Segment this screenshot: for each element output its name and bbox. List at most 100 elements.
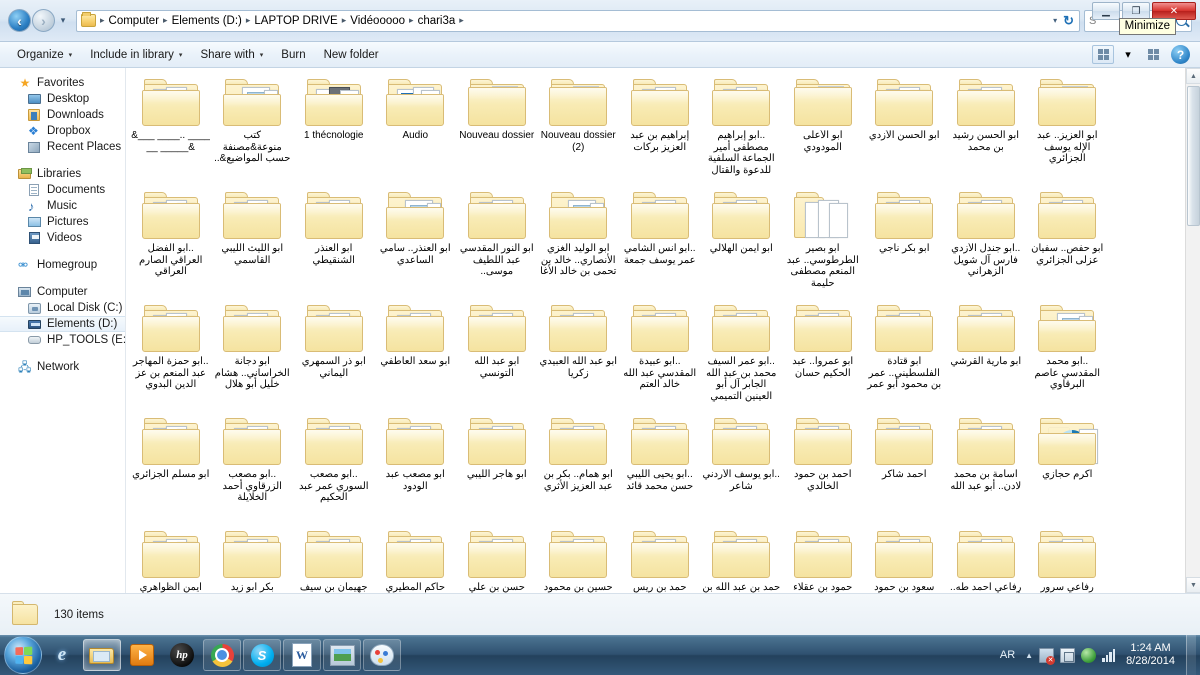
action-center-icon[interactable]: [1060, 648, 1075, 663]
folder-item[interactable]: أكرم حجازي: [1027, 413, 1109, 526]
folder-item[interactable]: أبو عبد الله العبيدي زكريا: [538, 300, 620, 413]
folder-item[interactable]: ..أبو أنس الشامي عمر يوسف جمعة: [619, 187, 701, 300]
folder-item[interactable]: أبو سعد العاطفي: [375, 300, 457, 413]
scroll-up-button[interactable]: ▲: [1186, 68, 1200, 84]
folder-item[interactable]: ..أبو يوسف الأردني شاعر: [701, 413, 783, 526]
sidebar-item-homegroup[interactable]: ⚮ Homegroup: [0, 257, 125, 273]
view-dropdown-button[interactable]: ▾: [1117, 45, 1139, 64]
breadcrumb-item-laptop-drive[interactable]: LAPTOP DRIVE: [251, 15, 340, 27]
globe-icon[interactable]: [1081, 648, 1096, 663]
share-with-button[interactable]: Share with ▾: [191, 46, 272, 64]
back-button[interactable]: ‹: [8, 9, 31, 32]
sidebar-item-dropbox[interactable]: ❖ Dropbox: [0, 123, 125, 139]
folder-item[interactable]: ..أبو محمد المقدسي عاصم البرقاوي: [1027, 300, 1109, 413]
folder-item[interactable]: بكر أبو زيد: [212, 526, 294, 593]
folder-item[interactable]: أبو بكر ناجي: [864, 187, 946, 300]
sidebar-item-documents[interactable]: Documents: [0, 182, 125, 198]
folder-item[interactable]: أبو مارية القرشي: [945, 300, 1027, 413]
folder-item[interactable]: حسن بن علي الكتاني.. الأثري..: [456, 526, 538, 593]
folder-item[interactable]: أبو دجانة الخراساني.. هشام خليل أبو هلال: [212, 300, 294, 413]
folder-item[interactable]: ..أبو جندل الأزدي فارس آل شويل الزهراني: [945, 187, 1027, 300]
folder-item[interactable]: حاكم المطيري: [375, 526, 457, 593]
folder-item[interactable]: جهيمان بن سيف العتيبي: [293, 526, 375, 593]
sidebar-item-desktop[interactable]: Desktop: [0, 91, 125, 107]
network-error-icon[interactable]: [1039, 648, 1054, 663]
folder-item[interactable]: رفاعي سرور: [1027, 526, 1109, 593]
folder-item[interactable]: حمود بن عقلاء الشعيبي..: [782, 526, 864, 593]
folder-item[interactable]: أسامة بن محمد لادن.. أبو عبد الله: [945, 413, 1027, 526]
folder-item[interactable]: أبو الحسن الأزدي: [864, 74, 946, 187]
new-folder-button[interactable]: New folder: [315, 46, 388, 64]
organize-button[interactable]: Organize ▾: [8, 46, 81, 64]
folder-item[interactable]: Nouveau dossier (2): [538, 74, 620, 187]
folder-item[interactable]: أيمن الظواهري: [130, 526, 212, 593]
folder-item[interactable]: &___ ____.. ____ __ _____&: [130, 74, 212, 187]
taskbar-item-chrome[interactable]: [203, 639, 241, 671]
sidebar-group-favorites[interactable]: ★ Favorites: [0, 75, 125, 91]
refresh-icon[interactable]: ↻: [1063, 13, 1074, 29]
sidebar-item-recent-places[interactable]: Recent Places: [0, 139, 125, 155]
taskbar-item-hp[interactable]: hp: [163, 639, 201, 671]
taskbar-item-windows-explorer[interactable]: [83, 639, 121, 671]
file-list-pane[interactable]: &___ ____.. ____ __ _____&كتب منوعة&مصنف…: [126, 68, 1200, 593]
folder-item[interactable]: أبو همام.. بكر بن عبد العزيز الأثري: [538, 413, 620, 526]
folder-item[interactable]: أبو أيمن الهلالي: [701, 187, 783, 300]
folder-item[interactable]: أبو العنذر.. سامي الساعدي: [375, 187, 457, 300]
taskbar-item-skype[interactable]: S: [243, 639, 281, 671]
folder-item[interactable]: أبو الحسن رشيد بن محمد: [945, 74, 1027, 187]
breadcrumb-item-elements-d[interactable]: Elements (D:): [169, 15, 245, 27]
language-indicator[interactable]: AR: [996, 649, 1019, 661]
folder-item[interactable]: Audio: [375, 74, 457, 187]
breadcrumb-item-videooooo[interactable]: Vidéooooo: [347, 15, 408, 27]
change-view-button[interactable]: [1092, 45, 1114, 64]
folder-item[interactable]: ..أبو حمزة المهاجر عبد المنعم بن عز الدي…: [130, 300, 212, 413]
sidebar-item-pictures[interactable]: Pictures: [0, 214, 125, 230]
minimize-button[interactable]: ▁: [1092, 2, 1120, 20]
scrollbar-thumb[interactable]: [1187, 86, 1200, 226]
start-button[interactable]: [4, 636, 42, 674]
sidebar-item-hp-tools-e[interactable]: HP_TOOLS (E:): [0, 332, 125, 348]
folder-item[interactable]: ..أبو مصعب السوري عمر عبد الحكيم: [293, 413, 375, 526]
folder-item[interactable]: أحمد شاكر: [864, 413, 946, 526]
folder-item[interactable]: أحمد بن حمود الخالدي: [782, 413, 864, 526]
sidebar-group-computer[interactable]: Computer: [0, 284, 125, 300]
folder-item[interactable]: أبو مصعب عبد الودود: [375, 413, 457, 526]
folder-item[interactable]: أبو العزيز.. عبد الإله يوسف الجزائري: [1027, 74, 1109, 187]
folder-item[interactable]: كتب منوعة&مصنفة حسب المواضيع&..: [212, 74, 294, 187]
taskbar-item-media-player[interactable]: [123, 639, 161, 671]
folder-item[interactable]: أبو الليث الليبي القاسمي: [212, 187, 294, 300]
folder-item[interactable]: سعود بن حمود العتيبي..: [864, 526, 946, 593]
folder-item[interactable]: أبو عمروا.. عبد الحكيم حسان: [782, 300, 864, 413]
folder-item[interactable]: أبو مسلم الجزائري: [130, 413, 212, 526]
scroll-down-button[interactable]: ▼: [1186, 577, 1200, 593]
folder-item[interactable]: حمد بن عبد الله بن ابراهيم الحميدي: [701, 526, 783, 593]
folder-item[interactable]: أبو العنذر الشنقيطي: [293, 187, 375, 300]
forward-button[interactable]: ›: [32, 9, 55, 32]
sidebar-group-libraries[interactable]: Libraries: [0, 166, 125, 182]
folder-item[interactable]: ..أبو مصعب الزرقاوي أحمد الخلايلة: [212, 413, 294, 526]
taskbar-item-photo-viewer[interactable]: [323, 639, 361, 671]
sidebar-item-videos[interactable]: Videos: [0, 230, 125, 246]
folder-item[interactable]: أبو بصير الطرطوسي.. عبد المنعم مصطفى حلي…: [782, 187, 864, 300]
help-button[interactable]: ?: [1171, 45, 1190, 64]
show-desktop-button[interactable]: [1186, 635, 1196, 675]
folder-item[interactable]: ..أبو عمر السيف محمد بن عبد الله الجابر …: [701, 300, 783, 413]
folder-item[interactable]: حسين بن محمود: [538, 526, 620, 593]
address-dropdown-icon[interactable]: ▾: [1053, 16, 1057, 25]
sidebar-item-local-disk-c[interactable]: Local Disk (C:): [0, 300, 125, 316]
burn-button[interactable]: Burn: [272, 46, 314, 64]
address-bar[interactable]: ▸ Computer ▸ Elements (D:) ▸ LAPTOP DRIV…: [76, 10, 1080, 32]
show-hidden-icons-icon[interactable]: ▲: [1025, 651, 1033, 660]
taskbar-item-internet-explorer[interactable]: e: [43, 639, 81, 671]
folder-item[interactable]: 1 thécnologie: [293, 74, 375, 187]
sidebar-item-downloads[interactable]: Downloads: [0, 107, 125, 123]
folder-item[interactable]: ..أبو إبراهيم مصطفى أمير الجماعة السلفية…: [701, 74, 783, 187]
folder-item[interactable]: أبو الوليد الغزي الأنصاري.. خالد بن تحمى…: [538, 187, 620, 300]
sidebar-item-elements-d[interactable]: Elements (D:): [0, 316, 125, 332]
include-in-library-button[interactable]: Include in library ▾: [81, 46, 191, 64]
taskbar-item-word[interactable]: [283, 639, 321, 671]
folder-item[interactable]: ..أبو عبيدة المقدسي عبد الله خالد العتم: [619, 300, 701, 413]
sidebar-item-music[interactable]: ♪ Music: [0, 198, 125, 214]
breadcrumb-item-computer[interactable]: Computer: [106, 15, 163, 27]
folder-item[interactable]: أبو عبد الله التونسي: [456, 300, 538, 413]
